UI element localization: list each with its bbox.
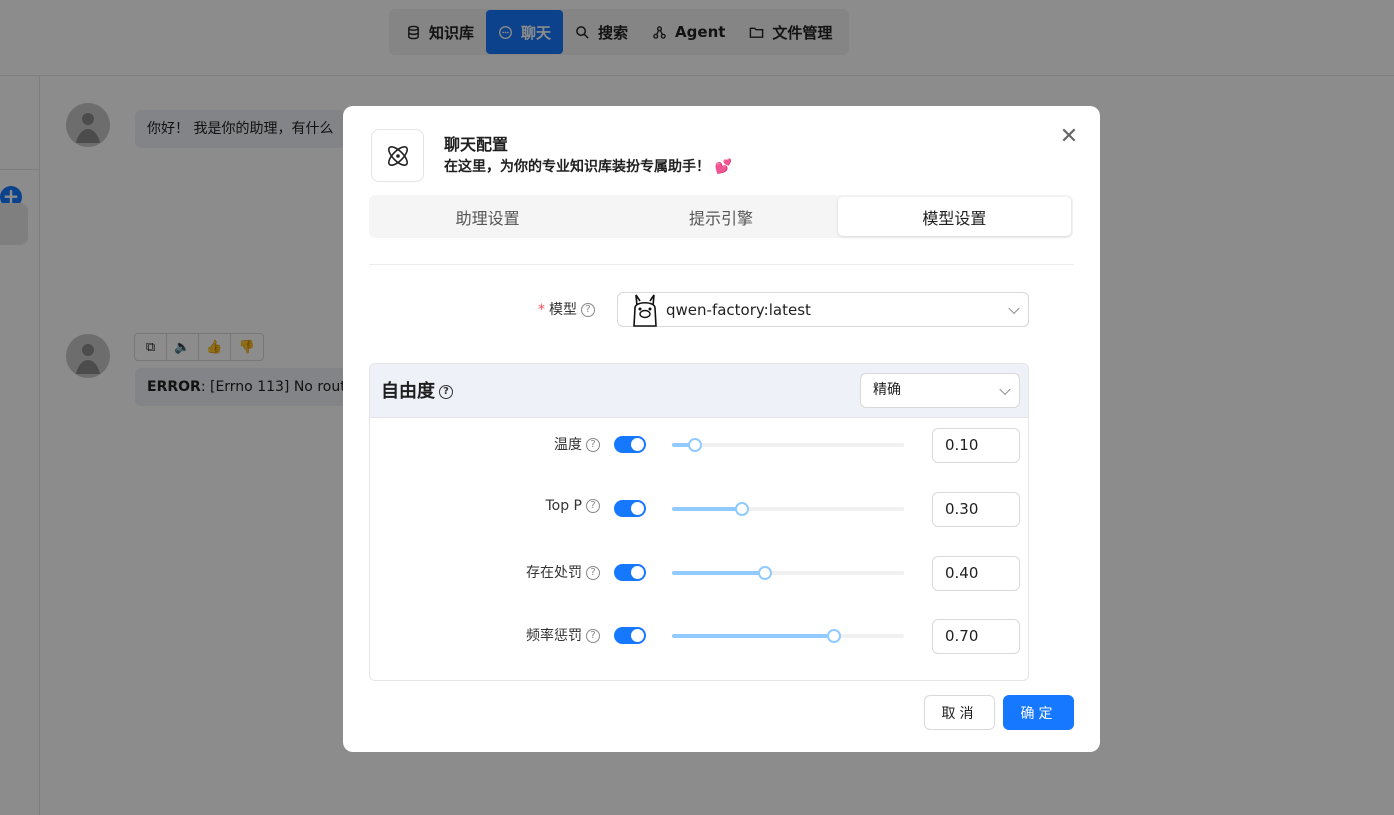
slider-fill	[672, 507, 742, 511]
model-value: qwen-factory:latest	[666, 300, 811, 319]
help-icon[interactable]: ?	[586, 629, 600, 643]
preset-value: 精确	[873, 382, 901, 398]
atom-icon	[371, 129, 424, 182]
slider-handle[interactable]	[734, 502, 749, 516]
modal-title: 聊天配置	[444, 135, 509, 154]
slider-handle[interactable]	[688, 438, 703, 452]
param-toggle[interactable]	[614, 627, 646, 644]
param-label: 存在处罚?	[526, 562, 600, 582]
model-label: * 模型?	[538, 299, 595, 319]
slider-handle[interactable]	[827, 629, 842, 643]
modal-subtitle: 在这里，为你的专业知识库装扮专属助手！ 💕	[444, 159, 733, 175]
param-row-presence-penalty: 存在处罚? 0.40	[370, 553, 1028, 591]
config-tabs: 助理设置 提示引擎 模型设置	[369, 195, 1073, 238]
close-icon[interactable]: ✕	[1058, 126, 1080, 148]
param-toggle[interactable]	[614, 500, 646, 517]
model-select[interactable]: qwen-factory:latest	[617, 292, 1029, 327]
param-input[interactable]: 0.40	[932, 556, 1020, 591]
param-input[interactable]: 0.70	[932, 619, 1020, 654]
param-label-text: 存在处罚	[526, 565, 582, 581]
help-icon[interactable]: ?	[586, 499, 600, 513]
param-row-frequency-penalty: 频率惩罚? 0.70	[370, 616, 1028, 654]
model-label-text: 模型	[549, 302, 577, 318]
help-icon[interactable]: ?	[586, 438, 600, 452]
tab-prompt-engine[interactable]: 提示引擎	[604, 197, 837, 236]
param-slider[interactable]	[672, 502, 904, 516]
freedom-panel: 自由度? 精确 温度? 0.10 Top P? 0.30 存在处罚? 0.40	[369, 363, 1029, 681]
slider-fill	[672, 634, 835, 638]
param-label-text: 温度	[554, 437, 582, 453]
cancel-button[interactable]: 取消	[924, 695, 995, 730]
freedom-preset-select[interactable]: 精确	[860, 373, 1020, 408]
param-label: 频率惩罚?	[526, 625, 600, 645]
help-icon[interactable]: ?	[439, 385, 453, 399]
param-row-temperature: 温度? 0.10	[370, 425, 1028, 463]
help-icon[interactable]: ?	[581, 303, 595, 317]
chevron-down-icon	[1008, 302, 1020, 314]
freedom-title: 自由度?	[381, 377, 453, 403]
param-input[interactable]: 0.30	[932, 492, 1020, 527]
required-mark: *	[538, 302, 545, 318]
help-icon[interactable]: ?	[586, 566, 600, 580]
ollama-logo-icon	[633, 294, 657, 327]
tab-assistant-settings[interactable]: 助理设置	[371, 197, 604, 236]
param-toggle[interactable]	[614, 564, 646, 581]
confirm-button[interactable]: 确定	[1003, 695, 1074, 730]
section-divider	[369, 264, 1074, 265]
param-slider[interactable]	[672, 438, 904, 452]
param-label-text: 频率惩罚	[526, 628, 582, 644]
param-label: 温度?	[554, 434, 600, 454]
chat-config-modal: 聊天配置 在这里，为你的专业知识库装扮专属助手！ 💕 ✕ 助理设置 提示引擎 模…	[343, 106, 1100, 752]
slider-fill	[672, 571, 765, 575]
freedom-title-text: 自由度	[381, 381, 435, 402]
param-slider[interactable]	[672, 566, 904, 580]
param-label: Top P?	[545, 498, 600, 514]
tab-model-settings[interactable]: 模型设置	[837, 197, 1071, 236]
param-input[interactable]: 0.10	[932, 428, 1020, 463]
param-label-text: Top P	[545, 498, 582, 514]
param-row-top-p: Top P? 0.30	[370, 489, 1028, 527]
freedom-panel-header: 自由度? 精确	[370, 364, 1028, 418]
param-slider[interactable]	[672, 629, 904, 643]
param-toggle[interactable]	[614, 436, 646, 453]
chevron-down-icon	[999, 383, 1011, 395]
slider-handle[interactable]	[757, 566, 772, 580]
